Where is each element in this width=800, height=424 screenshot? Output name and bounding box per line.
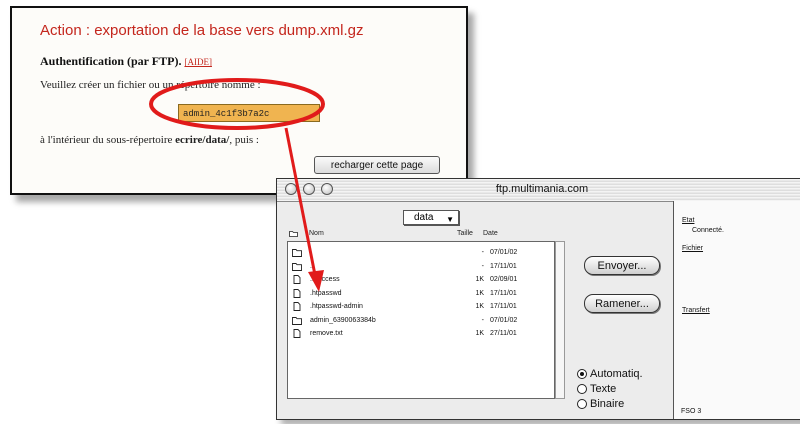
radio-text[interactable] bbox=[577, 384, 587, 394]
file-icon bbox=[293, 329, 301, 338]
instruction-text: Veuillez créer un fichier ou un répertoi… bbox=[40, 79, 261, 91]
file-row[interactable]: . -07/01/02 bbox=[288, 246, 554, 259]
radio-binary[interactable] bbox=[577, 399, 587, 409]
file-size: - bbox=[481, 249, 484, 256]
directory-select-value: data bbox=[414, 212, 434, 223]
subdir-suffix: , puis : bbox=[229, 134, 259, 146]
ftp-window-title: ftp.multimania.com bbox=[495, 183, 589, 195]
folder-icon bbox=[292, 249, 302, 257]
file-name: .htpasswd-admin bbox=[310, 303, 363, 310]
folder-icon bbox=[292, 316, 302, 325]
file-name: .. bbox=[310, 262, 314, 270]
file-size: - bbox=[481, 262, 484, 270]
column-size[interactable]: Taille bbox=[457, 230, 473, 237]
file-icon bbox=[293, 302, 301, 311]
mode-text-label: Texte bbox=[590, 383, 617, 395]
file-date: 17/11/01 bbox=[490, 303, 517, 310]
file-icon bbox=[293, 288, 301, 298]
file-date: 17/11/01 bbox=[490, 262, 517, 270]
file-list-scrollbar[interactable] bbox=[555, 241, 565, 399]
page-title: Action : exportation de la base vers dum… bbox=[40, 22, 364, 39]
ftp-titlebar: ftp.multimania.com bbox=[277, 179, 800, 202]
file-name: .htaccess bbox=[310, 276, 340, 283]
file-size: 1K bbox=[475, 330, 484, 337]
file-date: 07/01/02 bbox=[490, 316, 518, 324]
subdir-name: ecrire/data/ bbox=[175, 134, 230, 146]
retrieve-button[interactable]: Ramener... bbox=[584, 294, 660, 313]
column-name[interactable]: Nom bbox=[309, 230, 324, 237]
state-value: Connecté. bbox=[692, 227, 724, 234]
file-size: - bbox=[481, 316, 484, 324]
file-label: Fichier bbox=[682, 245, 704, 252]
triangle-down-icon: ▼ bbox=[446, 215, 454, 224]
mode-binary-label: Binaire bbox=[590, 398, 625, 410]
file-row[interactable]: remove.txt 1K 27/11/01 bbox=[288, 327, 554, 340]
file-date: 07/01/02 bbox=[490, 249, 518, 256]
file-name: admin_6390063384b bbox=[310, 316, 376, 324]
transfer-label: Transfert bbox=[682, 307, 710, 314]
filename-highlight: admin_4c1f3b7a2c bbox=[178, 104, 320, 122]
file-name: .htpasswd bbox=[310, 289, 342, 297]
directory-select[interactable]: data ▼ bbox=[403, 210, 459, 225]
version-label: FSO 3 bbox=[681, 408, 702, 415]
file-row[interactable]: .. -17/11/01 bbox=[288, 260, 554, 273]
mode-automatic-label: Automatiq. bbox=[590, 368, 643, 380]
column-date[interactable]: Date bbox=[483, 230, 498, 237]
file-name: . bbox=[310, 249, 312, 256]
help-link[interactable]: [AIDE] bbox=[184, 57, 212, 67]
subdir-text: à l'intérieur du sous-répertoire ecrire/… bbox=[40, 134, 259, 146]
file-date: 27/11/01 bbox=[490, 330, 517, 337]
file-row[interactable]: .htpasswd-admin 1K 17/11/01 bbox=[288, 300, 554, 313]
file-size: 1K bbox=[475, 276, 484, 283]
auth-heading: Authentification (par FTP). [AIDE] bbox=[40, 54, 212, 69]
file-icon bbox=[293, 275, 301, 284]
auth-heading-text: Authentification (par FTP). bbox=[40, 54, 182, 68]
subdir-prefix: à l'intérieur du sous-répertoire bbox=[40, 134, 173, 146]
file-date: 02/09/01 bbox=[490, 276, 518, 283]
file-size: 1K bbox=[475, 303, 484, 310]
file-date: 17/11/01 bbox=[490, 289, 517, 297]
folder-icon bbox=[289, 231, 298, 237]
file-list: . -07/01/02.. -17/11/01 .htaccess 1K 02/09/01… bbox=[287, 241, 555, 399]
file-row[interactable]: .htpasswd 1K 17/11/01 bbox=[288, 287, 554, 300]
ftp-window: ftp.multimania.com data ▼ Nom Taille Dat… bbox=[276, 178, 800, 420]
file-row[interactable]: .htaccess 1K 02/09/01 bbox=[288, 273, 554, 286]
file-name: remove.txt bbox=[310, 330, 343, 337]
send-button[interactable]: Envoyer... bbox=[584, 256, 660, 275]
file-list-header: Nom Taille Date bbox=[287, 229, 555, 241]
file-row[interactable]: admin_6390063384b -07/01/02 bbox=[288, 314, 554, 327]
file-size: 1K bbox=[475, 289, 484, 297]
state-label: Etat bbox=[682, 217, 695, 224]
folder-icon bbox=[292, 262, 302, 271]
status-panel: Etat Connecté. Fichier Transfert bbox=[673, 201, 800, 419]
radio-automatic[interactable] bbox=[577, 369, 587, 379]
export-page-panel: Action : exportation de la base vers dum… bbox=[10, 6, 468, 195]
reload-page-button[interactable]: recharger cette page bbox=[314, 156, 440, 174]
